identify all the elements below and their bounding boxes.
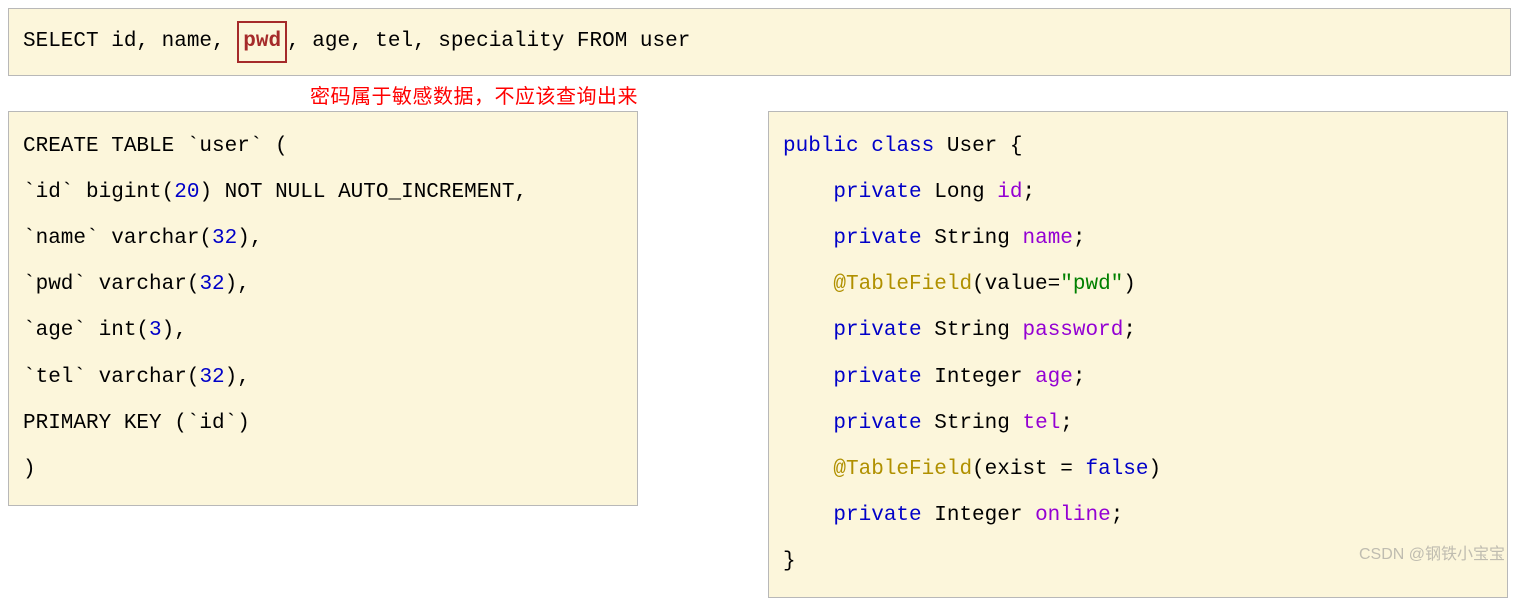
select-sql-post: , age, tel, speciality FROM user — [287, 30, 690, 53]
sql-line-2: `id` bigint(20) NOT NULL AUTO_INCREMENT, — [23, 170, 623, 216]
select-sql-box: SELECT id, name, pwd, age, tel, speciali… — [8, 8, 1511, 76]
java-line-7: private String tel; — [783, 401, 1493, 447]
java-line-9: private Integer online; — [783, 493, 1493, 539]
java-line-3: private String name; — [783, 216, 1493, 262]
sensitive-data-annotation: 密码属于敏感数据，不应该查询出来 — [310, 80, 1511, 109]
create-table-box: CREATE TABLE `user` ( `id` bigint(20) NO… — [8, 111, 638, 507]
pwd-highlight: pwd — [237, 21, 287, 63]
select-sql-pre: SELECT id, name, — [23, 30, 237, 53]
java-line-6: private Integer age; — [783, 355, 1493, 401]
java-line-5: private String password; — [783, 308, 1493, 354]
sql-line-4: `pwd` varchar(32), — [23, 262, 623, 308]
java-line-1: public class User { — [783, 124, 1493, 170]
java-line-2: private Long id; — [783, 170, 1493, 216]
lower-area: CREATE TABLE `user` ( `id` bigint(20) NO… — [8, 111, 1511, 598]
java-class-box: public class User { private Long id; pri… — [768, 111, 1508, 598]
sql-line-3: `name` varchar(32), — [23, 216, 623, 262]
sql-line-1: CREATE TABLE `user` ( — [23, 124, 623, 170]
sql-line-7: PRIMARY KEY (`id`) — [23, 401, 623, 447]
java-line-8: @TableField(exist = false) — [783, 447, 1493, 493]
sql-line-6: `tel` varchar(32), — [23, 355, 623, 401]
watermark: CSDN @钢铁小宝宝 — [1359, 540, 1505, 564]
java-line-4: @TableField(value="pwd") — [783, 262, 1493, 308]
sql-line-8: ) — [23, 447, 623, 493]
sql-line-5: `age` int(3), — [23, 308, 623, 354]
